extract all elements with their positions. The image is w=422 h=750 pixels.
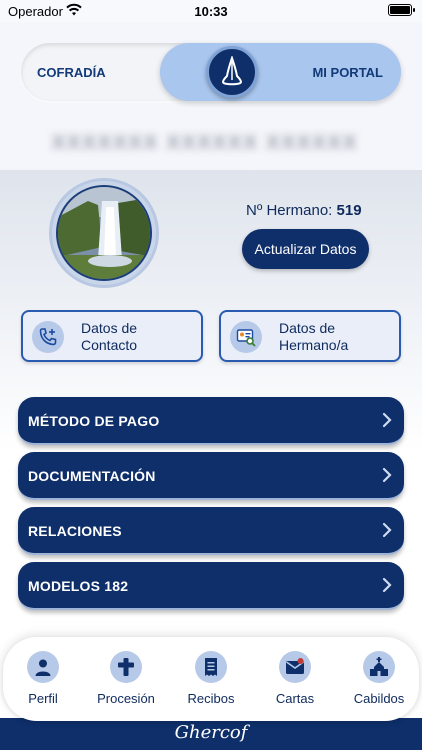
church-icon xyxy=(363,651,395,683)
toggle-option-cofradia[interactable]: COFRADÍA xyxy=(37,65,106,80)
chevron-right-icon xyxy=(382,467,392,483)
status-bar: Operador 10:33 xyxy=(0,0,422,22)
tab-label: Cabildos xyxy=(353,691,405,706)
member-card-line1: Datos de xyxy=(279,320,336,336)
tab-label: Recibos xyxy=(187,691,235,706)
portal-segmented-toggle[interactable]: COFRADÍA MI PORTAL xyxy=(21,43,401,101)
menu-item-metodo-pago[interactable]: MÉTODO DE PAGO xyxy=(18,397,404,445)
tab-cabildos[interactable]: Cabildos xyxy=(339,651,419,706)
member-number: Nº Hermano: 519 xyxy=(246,202,362,219)
tab-perfil[interactable]: Perfil xyxy=(3,651,83,706)
cross-icon xyxy=(110,651,142,683)
tab-label: Procesión xyxy=(97,691,155,706)
tab-recibos[interactable]: Recibos xyxy=(171,651,251,706)
tab-label: Perfil xyxy=(28,691,58,706)
user-icon xyxy=(27,651,59,683)
waterfall-photo xyxy=(58,187,150,279)
contact-card-line1: Datos de xyxy=(81,320,138,336)
clock: 10:33 xyxy=(194,4,228,19)
id-card-search-icon xyxy=(230,321,262,353)
tab-label: Cartas xyxy=(275,691,315,706)
chevron-right-icon xyxy=(382,412,392,428)
user-full-name: XXXXXXX XXXXXX XXXXXX xyxy=(51,132,359,154)
contact-data-card[interactable]: Datos de Contacto xyxy=(21,310,203,362)
avatar[interactable] xyxy=(56,185,152,281)
contact-card-line2: Contacto xyxy=(81,337,138,353)
mail-icon xyxy=(279,651,311,683)
bottom-tab-bar: Perfil Procesión Recibos Cartas Cabildos xyxy=(3,637,419,721)
member-data-card[interactable]: Datos de Hermano/a xyxy=(219,310,401,362)
member-number-label: Nº Hermano: xyxy=(246,202,333,219)
menu-item-modelos-182[interactable]: MODELOS 182 xyxy=(18,562,404,610)
phone-plus-icon xyxy=(32,321,64,353)
tab-cartas[interactable]: Cartas xyxy=(255,651,335,706)
battery-icon xyxy=(388,4,415,16)
member-card-line2: Hermano/a xyxy=(279,337,349,353)
member-number-value: 519 xyxy=(336,202,362,219)
chevron-right-icon xyxy=(382,577,392,593)
menu-item-label: RELACIONES xyxy=(28,523,122,539)
chevron-right-icon xyxy=(382,522,392,538)
menu-item-label: MÉTODO DE PAGO xyxy=(28,413,160,429)
update-data-button[interactable]: Actualizar Datos xyxy=(242,229,369,269)
capirote-icon xyxy=(221,56,243,86)
menu-item-documentacion[interactable]: DOCUMENTACIÓN xyxy=(18,452,404,500)
menu-item-label: DOCUMENTACIÓN xyxy=(28,468,156,484)
toggle-option-mi-portal[interactable]: MI PORTAL xyxy=(312,65,383,80)
menu-item-label: MODELOS 182 xyxy=(28,578,129,594)
header-area: COFRADÍA MI PORTAL XXXXXXX XXXXXX XXXXXX xyxy=(0,22,422,170)
receipt-icon xyxy=(195,651,227,683)
tab-procesion[interactable]: Procesión xyxy=(86,651,166,706)
menu-item-relaciones[interactable]: RELACIONES xyxy=(18,507,404,555)
toggle-knob[interactable] xyxy=(206,46,258,98)
footer-bar: Ghercof xyxy=(0,718,422,750)
brand-logo: Ghercof xyxy=(174,722,248,743)
